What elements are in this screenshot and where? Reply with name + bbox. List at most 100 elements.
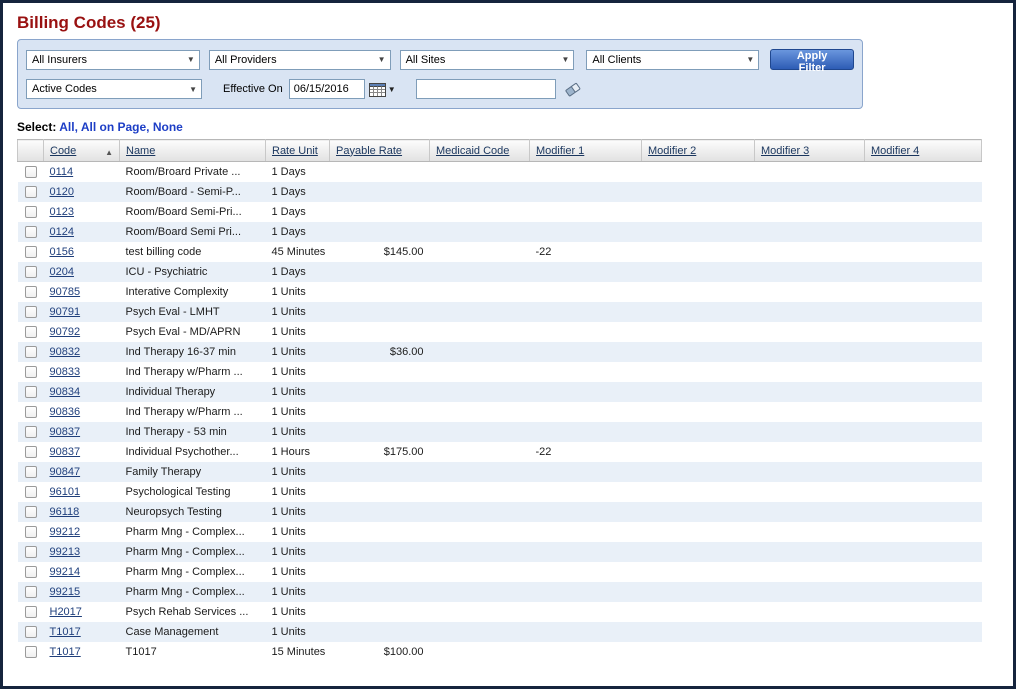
table-row: T1017T101715 Minutes$100.00 [18, 642, 982, 662]
chevron-down-icon: ▼ [388, 85, 396, 94]
code-link[interactable]: T1017 [50, 646, 81, 658]
code-link[interactable]: 0156 [50, 246, 74, 258]
row-checkbox-cell [18, 562, 44, 582]
table-row: 90834Individual Therapy1 Units [18, 382, 982, 402]
row-checkbox[interactable] [25, 406, 37, 418]
row-checkbox[interactable] [25, 626, 37, 638]
code-link[interactable]: H2017 [50, 606, 82, 618]
cell-medicaid_code [430, 242, 530, 262]
row-checkbox[interactable] [25, 546, 37, 558]
providers-select-value: All Providers [215, 54, 277, 66]
code-link[interactable]: 90791 [50, 306, 81, 318]
insurers-select[interactable]: All Insurers ▼ [26, 50, 200, 70]
row-checkbox[interactable] [25, 386, 37, 398]
row-checkbox[interactable] [25, 326, 37, 338]
code-link[interactable]: 90837 [50, 426, 81, 438]
row-checkbox[interactable] [25, 526, 37, 538]
sites-select[interactable]: All Sites ▼ [400, 50, 575, 70]
cell-modifier3 [755, 182, 865, 202]
row-checkbox[interactable] [25, 446, 37, 458]
code-link[interactable]: 90837 [50, 446, 81, 458]
row-checkbox[interactable] [25, 366, 37, 378]
code-link[interactable]: 99213 [50, 546, 81, 558]
code-link[interactable]: 0120 [50, 186, 74, 198]
select-all-on-page-link[interactable]: All on Page [81, 120, 146, 134]
filter-row-1: All Insurers ▼ All Providers ▼ All Sites… [26, 49, 854, 70]
row-checkbox[interactable] [25, 486, 37, 498]
row-checkbox[interactable] [25, 506, 37, 518]
row-checkbox[interactable] [25, 206, 37, 218]
code-link[interactable]: 90836 [50, 406, 81, 418]
filter-text-input[interactable] [416, 79, 556, 99]
select-none-link[interactable]: None [153, 120, 183, 134]
cell-rate_unit: 1 Units [266, 342, 330, 362]
cell-modifier2 [642, 382, 755, 402]
table-row: 99212Pharm Mng - Complex...1 Units [18, 522, 982, 542]
row-checkbox[interactable] [25, 426, 37, 438]
column-header-modifier-1[interactable]: Modifier 1 [530, 140, 642, 162]
row-checkbox[interactable] [25, 466, 37, 478]
row-checkbox[interactable] [25, 346, 37, 358]
row-checkbox[interactable] [25, 266, 37, 278]
code-link[interactable]: 90834 [50, 386, 81, 398]
code-link[interactable]: 96101 [50, 486, 81, 498]
code-link[interactable]: 0123 [50, 206, 74, 218]
row-checkbox[interactable] [25, 226, 37, 238]
row-checkbox[interactable] [25, 166, 37, 178]
clients-select[interactable]: All Clients ▼ [586, 50, 759, 70]
cell-modifier3 [755, 162, 865, 182]
cell-name: Room/Board Semi-Pri... [120, 202, 266, 222]
select-all-link[interactable]: All [59, 120, 74, 134]
column-header-modifier-3[interactable]: Modifier 3 [755, 140, 865, 162]
cell-medicaid_code [430, 262, 530, 282]
row-checkbox[interactable] [25, 246, 37, 258]
table-row: 90847Family Therapy1 Units [18, 462, 982, 482]
code-status-select[interactable]: Active Codes ▼ [26, 79, 202, 99]
cell-modifier2 [642, 282, 755, 302]
calendar-button[interactable]: ▼ [369, 82, 396, 97]
code-link[interactable]: T1017 [50, 626, 81, 638]
row-checkbox[interactable] [25, 566, 37, 578]
cell-modifier3 [755, 502, 865, 522]
column-header-code[interactable]: Code▲ [44, 140, 120, 162]
cell-rate_unit: 1 Units [266, 482, 330, 502]
code-link[interactable]: 90833 [50, 366, 81, 378]
code-link[interactable]: 99212 [50, 526, 81, 538]
column-header-payable-rate[interactable]: Payable Rate [330, 140, 430, 162]
providers-select[interactable]: All Providers ▼ [209, 50, 391, 70]
column-header-name[interactable]: Name [120, 140, 266, 162]
row-checkbox[interactable] [25, 286, 37, 298]
code-link[interactable]: 90832 [50, 346, 81, 358]
apply-filter-button[interactable]: Apply Filter [770, 49, 854, 70]
cell-modifier4 [865, 442, 982, 462]
code-link[interactable]: 90847 [50, 466, 81, 478]
code-link[interactable]: 99214 [50, 566, 81, 578]
cell-name: Pharm Mng - Complex... [120, 582, 266, 602]
cell-medicaid_code [430, 362, 530, 382]
code-link[interactable]: 0114 [50, 166, 74, 178]
row-checkbox[interactable] [25, 306, 37, 318]
cell-name: Case Management [120, 622, 266, 642]
cell-modifier4 [865, 482, 982, 502]
row-checkbox[interactable] [25, 646, 37, 658]
cell-modifier2 [642, 362, 755, 382]
column-header-medicaid-code[interactable]: Medicaid Code [430, 140, 530, 162]
column-header-label: Medicaid Code [436, 145, 509, 157]
row-checkbox[interactable] [25, 186, 37, 198]
cell-rate_unit: 1 Units [266, 522, 330, 542]
code-link[interactable]: 90792 [50, 326, 81, 338]
column-header-modifier-4[interactable]: Modifier 4 [865, 140, 982, 162]
cell-modifier3 [755, 482, 865, 502]
row-checkbox[interactable] [25, 586, 37, 598]
code-link[interactable]: 0124 [50, 226, 74, 238]
eraser-icon[interactable] [564, 81, 582, 97]
column-header-rate-unit[interactable]: Rate Unit [266, 140, 330, 162]
code-link[interactable]: 96118 [50, 506, 80, 518]
row-checkbox[interactable] [25, 606, 37, 618]
code-link[interactable]: 90785 [50, 286, 81, 298]
column-header-modifier-2[interactable]: Modifier 2 [642, 140, 755, 162]
code-link[interactable]: 99215 [50, 586, 81, 598]
cell-medicaid_code [430, 442, 530, 462]
code-link[interactable]: 0204 [50, 266, 74, 278]
effective-date-input[interactable] [289, 79, 365, 99]
